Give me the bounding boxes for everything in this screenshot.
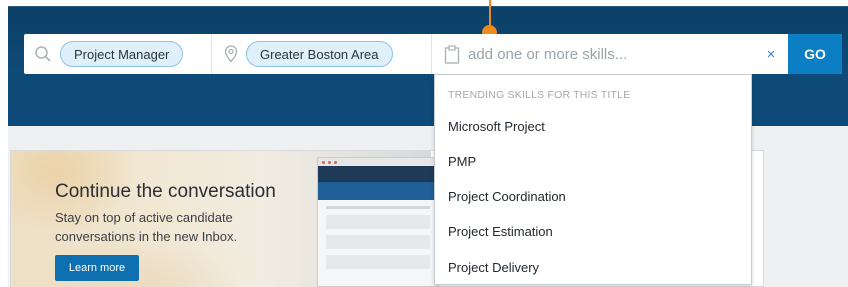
preview-banner [318, 182, 438, 200]
clipboard-icon [444, 44, 460, 64]
search-icon [35, 46, 51, 62]
window-controls [318, 158, 438, 166]
skills-segment[interactable]: add one or more skills... [432, 34, 780, 74]
skills-suggestions-dropdown: TRENDING SKILLS FOR THIS TITLE Microsoft… [434, 74, 752, 285]
location-segment[interactable]: Greater Boston Area [212, 34, 432, 74]
search-bar: Project Manager Greater Boston Area add … [24, 34, 842, 74]
header-divider [8, 6, 848, 7]
banner-subtitle: Stay on top of active candidate conversa… [55, 210, 238, 244]
inbox-preview-image [317, 157, 439, 287]
preview-search [326, 215, 430, 229]
location-pin-icon [224, 45, 238, 63]
callout-marker-line [489, 0, 491, 27]
skills-input[interactable]: add one or more skills... [468, 46, 627, 63]
suggestion-item[interactable]: Microsoft Project [448, 119, 545, 134]
suggestion-item[interactable]: PMP [448, 154, 476, 169]
location-chip[interactable]: Greater Boston Area [246, 41, 393, 67]
preview-message [326, 255, 430, 269]
suggestion-item[interactable]: Project Estimation [448, 224, 553, 239]
app-frame: Project Manager Greater Boston Area add … [0, 0, 848, 287]
title-segment[interactable]: Project Manager [24, 34, 212, 74]
suggestion-item[interactable]: Project Delivery [448, 260, 539, 275]
suggestion-item[interactable]: Project Coordination [448, 189, 566, 204]
title-chip[interactable]: Project Manager [60, 41, 184, 67]
preview-line [326, 206, 430, 209]
suggestions-heading: TRENDING SKILLS FOR THIS TITLE [448, 89, 631, 101]
preview-header [318, 166, 438, 182]
go-button[interactable]: GO [788, 34, 842, 74]
banner-title: Continue the conversation [55, 181, 276, 202]
close-icon[interactable]: × [757, 34, 785, 74]
preview-message [326, 235, 430, 249]
learn-more-button[interactable]: Learn more [55, 255, 139, 281]
